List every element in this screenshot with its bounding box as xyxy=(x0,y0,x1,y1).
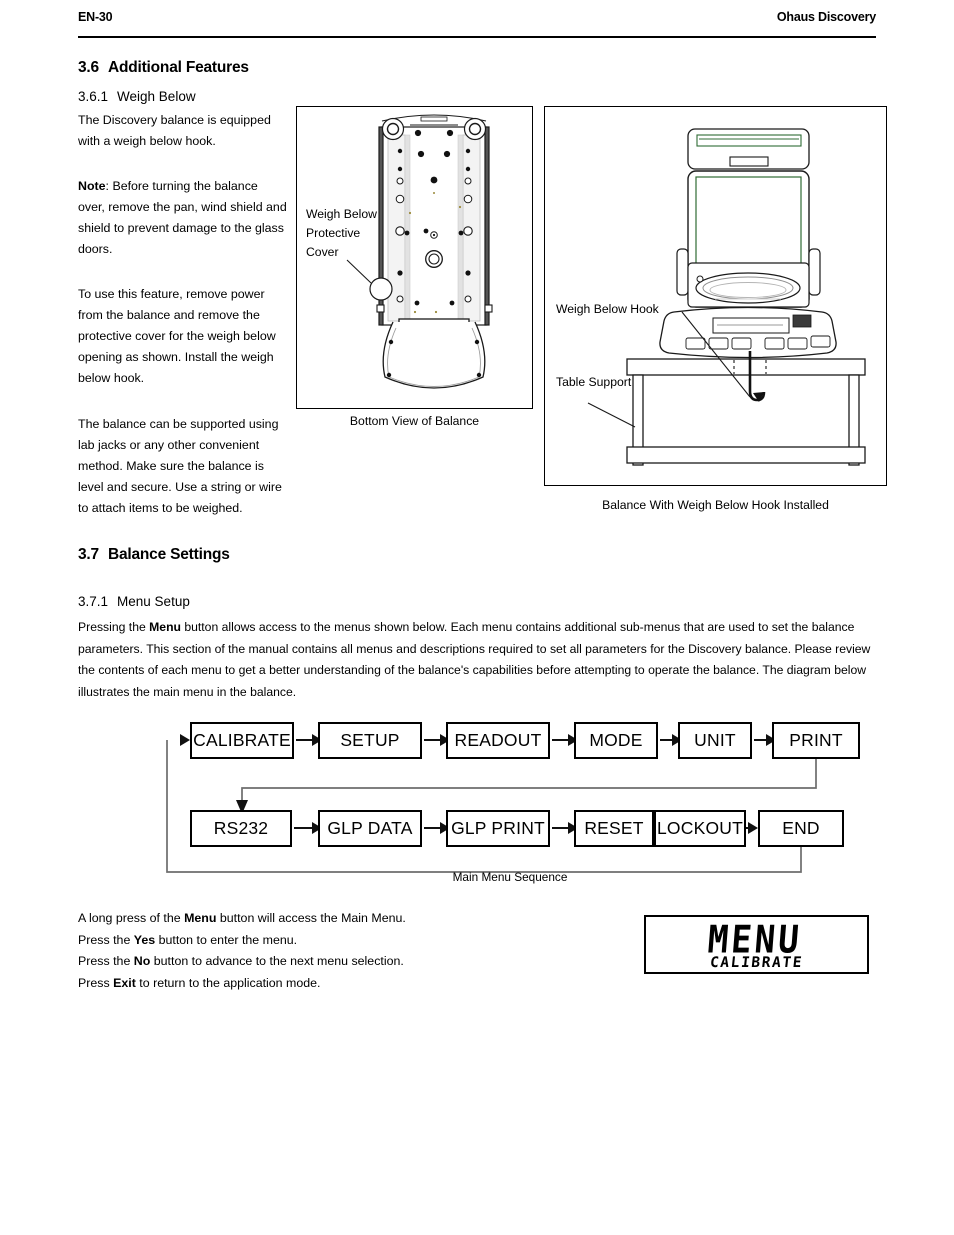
menu-box-label: GLP PRINT xyxy=(451,818,545,838)
instruction-post: to return to the application mode. xyxy=(135,975,321,990)
label-line: Weigh Below xyxy=(306,207,377,221)
instruction-key: No xyxy=(133,954,151,968)
body-paragraph-4: The balance can be supported using lab j… xyxy=(78,414,288,519)
paragraph-text: The Discovery balance is equipped with a… xyxy=(78,113,271,148)
menu-box-setup[interactable]: SETUP xyxy=(318,722,422,759)
instruction-key: Yes xyxy=(133,932,156,947)
menu-box-glp-data[interactable]: GLP DATA xyxy=(318,810,422,847)
menu-box-label: READOUT xyxy=(454,730,542,750)
body-paragraph-1: The Discovery balance is equipped with a… xyxy=(78,110,288,152)
note-label: Note xyxy=(78,179,106,193)
document-page: EN-30 Ohaus Discovery 3.6 Additional Feat… xyxy=(0,0,954,1235)
menu-box-label: LOCKOUT xyxy=(657,818,743,838)
section-3-7-1-title: Menu Setup xyxy=(117,594,190,609)
figure-balance-table-frame xyxy=(544,106,887,486)
page-number: EN-30 xyxy=(78,10,113,24)
header-divider xyxy=(78,36,876,38)
balance-with-hook-illustration xyxy=(587,128,866,466)
label-line: Protective xyxy=(306,226,361,240)
menu-box-label: UNIT xyxy=(694,730,736,750)
instruction-key: Exit xyxy=(113,975,136,990)
figure-left-caption: Bottom View of Balance xyxy=(349,414,480,428)
instruction-line: A long press of the Menu button will acc… xyxy=(78,908,558,930)
menu-box-end[interactable]: END xyxy=(758,810,844,847)
instruction-line: Press the Yes button to enter the menu. xyxy=(78,930,558,952)
label-line: Cover xyxy=(306,245,339,259)
menu-box-label: RESET xyxy=(584,818,644,838)
section-3-7-1-number: 3.7.1 xyxy=(78,594,109,609)
section-3-7-number: 3.7 xyxy=(78,546,99,563)
instruction-pre: Press the xyxy=(78,954,134,968)
menu-box-label: RS232 xyxy=(213,818,269,838)
body-paragraph-note: Note: Before turning the balance over, r… xyxy=(78,176,288,260)
menu-box-reset[interactable]: RESET xyxy=(574,810,654,847)
section-3-6-1-heading: 3.6.1 Weigh Below xyxy=(78,89,196,104)
section-3-7-1-heading: 3.7.1 Menu Setup xyxy=(78,594,190,609)
menu-box-label: PRINT xyxy=(789,730,843,750)
section-3-6-number: 3.6 xyxy=(78,59,99,76)
figure-right-label-table: Table Support xyxy=(556,375,632,389)
intro-post: button allows access to the menus shown … xyxy=(78,620,871,699)
section-3-6-1-title: Weigh Below xyxy=(117,89,196,104)
instruction-post: button will access the Main Menu. xyxy=(216,911,406,925)
menu-box-unit[interactable]: UNIT xyxy=(678,722,752,759)
section-3-7-heading: 3.7 Balance Settings xyxy=(78,546,230,564)
product-name: Ohaus Discovery xyxy=(776,10,876,24)
menu-box-calibrate[interactable]: CALIBRATE xyxy=(190,722,294,759)
protective-cover-leader xyxy=(346,259,393,301)
menu-box-readout[interactable]: READOUT xyxy=(446,722,550,759)
menu-box-print[interactable]: PRINT xyxy=(772,722,860,759)
paragraph-text: The balance can be supported using lab j… xyxy=(78,417,282,515)
lcd-sub-text: CALIBRATE xyxy=(709,955,804,971)
page-header: EN-30 Ohaus Discovery xyxy=(78,10,876,36)
menu-box-lockout[interactable]: LOCKOUT xyxy=(654,810,746,847)
figure-right-caption: Balance With Weigh Below Hook Installed xyxy=(602,498,829,512)
menu-box-label: CALIBRATE xyxy=(193,730,291,750)
instruction-key: Menu xyxy=(184,911,217,925)
flowchart-caption: Main Menu Sequence xyxy=(452,870,568,884)
menu-box-glp-print[interactable]: GLP PRINT xyxy=(446,810,550,847)
menu-box-label: GLP DATA xyxy=(327,818,413,838)
section-3-6-heading: 3.6 Additional Features xyxy=(78,59,249,77)
menu-box-label: SETUP xyxy=(340,730,400,750)
balance-lcd-display: MENU CALIBRATE xyxy=(644,915,869,974)
menu-box-rs232[interactable]: RS232 xyxy=(190,810,292,847)
section-3-6-1-number: 3.6.1 xyxy=(78,89,109,104)
menu-box-label: END xyxy=(782,818,820,838)
section-3-7-title: Balance Settings xyxy=(107,546,230,563)
instruction-post: button to enter the menu. xyxy=(155,932,298,947)
body-paragraph-3: To use this feature, remove power from t… xyxy=(78,284,288,389)
instruction-line: Press the No button to advance to the ne… xyxy=(78,951,558,973)
menu-box-label: MODE xyxy=(589,730,643,750)
instruction-pre: Press xyxy=(78,975,114,990)
section-3-6-title: Additional Features xyxy=(107,59,249,76)
instruction-post: button to advance to the next menu selec… xyxy=(150,954,404,968)
figure-left-label: Weigh Below Protective Cover xyxy=(306,205,377,262)
intro-pre: Pressing the xyxy=(78,620,150,634)
menu-keyword: Menu xyxy=(149,620,181,634)
main-menu-flowchart: CALIBRATE SETUP READOUT MODE UNIT PRINT … xyxy=(150,712,870,882)
menu-box-mode[interactable]: MODE xyxy=(574,722,658,759)
instruction-pre: Press the xyxy=(78,932,134,947)
paragraph-text: To use this feature, remove power from t… xyxy=(78,287,276,385)
instruction-pre: A long press of the xyxy=(78,911,185,925)
menu-instructions: A long press of the Menu button will acc… xyxy=(78,908,558,994)
figure-right-label-hook: Weigh Below Hook xyxy=(556,302,659,316)
menu-setup-intro: Pressing the Menu button allows access t… xyxy=(78,617,878,703)
instruction-line: Press Exit to return to the application … xyxy=(78,973,558,995)
